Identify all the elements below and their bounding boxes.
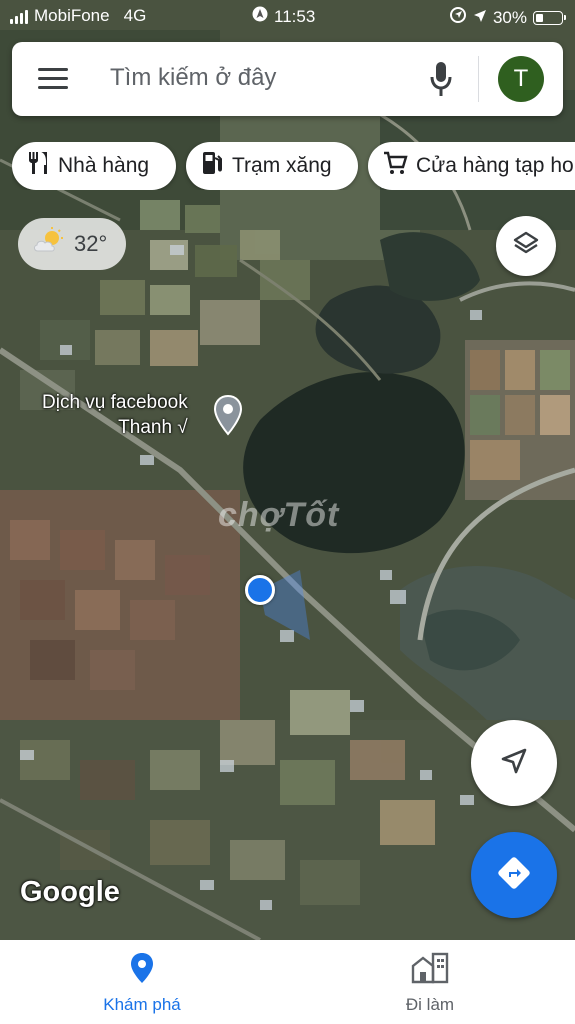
commute-buildings-icon — [411, 952, 449, 988]
navigation-arrow-icon — [499, 746, 529, 781]
location-services-icon — [449, 6, 467, 29]
gas-station-icon — [200, 150, 224, 182]
chip-restaurants[interactable]: Nhà hàng — [12, 142, 176, 190]
bottom-navigation: Khám phá Đi làm — [0, 940, 575, 1024]
place-label[interactable]: Dịch vụ facebook Thanh √ — [42, 390, 188, 440]
tab-explore[interactable]: Khám phá — [62, 952, 222, 1015]
account-avatar[interactable]: T — [498, 56, 544, 102]
place-label-line2: Thanh √ — [118, 417, 188, 438]
signal-strength-icon — [10, 8, 28, 24]
tab-commute-label: Đi làm — [405, 995, 455, 1014]
weather-chip[interactable]: 32° — [18, 218, 126, 270]
microphone-icon[interactable] — [428, 60, 454, 98]
search-divider — [478, 56, 479, 102]
map-pin-icon — [129, 953, 155, 988]
search-input[interactable]: Tìm kiếm ở đây — [110, 64, 276, 92]
menu-icon[interactable] — [38, 68, 68, 90]
network-type: 4G — [123, 6, 147, 25]
tab-commute[interactable]: Đi làm — [350, 952, 510, 1015]
shopping-cart-icon — [382, 150, 408, 182]
google-attribution: Google — [20, 876, 120, 908]
partly-sunny-icon — [32, 227, 66, 261]
location-arrow-icon — [473, 8, 487, 28]
status-bar: MobiFone 4G 11:53 30% — [0, 0, 575, 34]
directions-button[interactable] — [471, 832, 557, 918]
satellite-imagery — [0, 0, 575, 940]
clock-time: 11:53 — [274, 6, 316, 26]
map-view[interactable]: Dịch vụ facebook Thanh √ chợTốt Google — [0, 0, 575, 940]
chip-gas-stations[interactable]: Trạm xăng — [186, 142, 358, 190]
carrier-name: MobiFone — [34, 6, 110, 25]
tab-explore-label: Khám phá — [103, 995, 181, 1014]
place-label-line1: Dịch vụ facebook — [42, 392, 188, 413]
my-location-button[interactable] — [471, 720, 557, 806]
chip-grocery-stores[interactable]: Cửa hàng tạp ho — [368, 142, 575, 190]
layers-icon — [512, 230, 540, 263]
battery-percent: 30% — [492, 7, 527, 27]
chip-label: Nhà hàng — [58, 154, 150, 177]
directions-icon — [496, 855, 532, 896]
category-chips: Nhà hàng Trạm xăng Cửa hàng tạp ho — [12, 142, 575, 190]
weather-temperature: 32° — [74, 231, 108, 256]
chip-label: Cửa hàng tạp ho — [416, 154, 574, 177]
chip-label: Trạm xăng — [232, 154, 332, 177]
watermark: chợTốt — [218, 496, 340, 534]
search-bar[interactable]: Tìm kiếm ở đây T — [12, 42, 563, 116]
fork-knife-icon — [26, 150, 50, 182]
current-location-dot — [245, 575, 275, 605]
battery-icon — [533, 10, 566, 25]
navigation-active-icon — [252, 6, 268, 27]
layers-button[interactable] — [496, 216, 556, 276]
